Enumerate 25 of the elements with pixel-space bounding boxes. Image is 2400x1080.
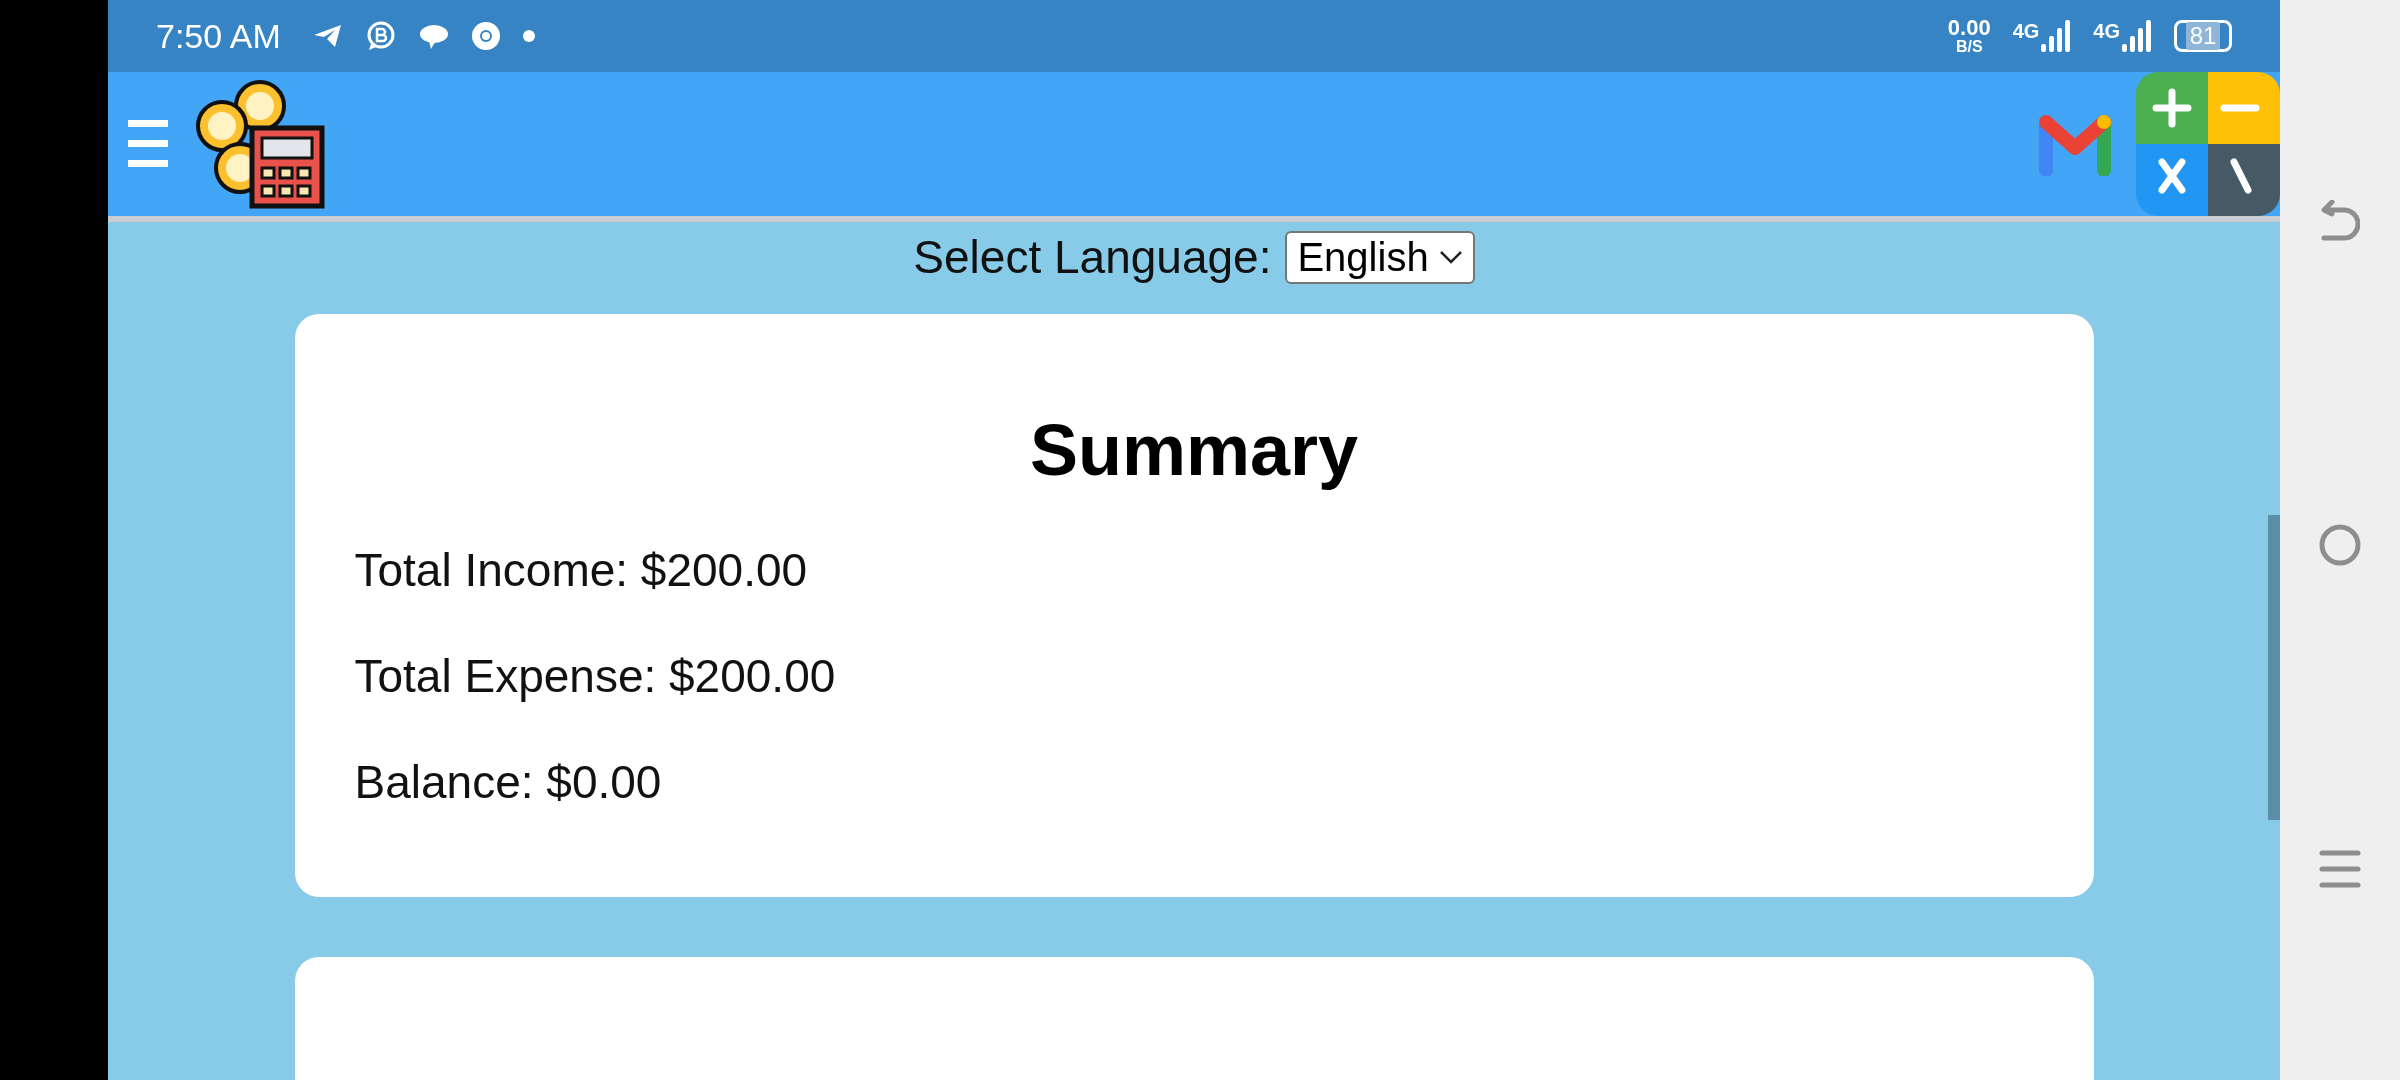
summary-title: Summary (1028, 409, 1360, 491)
summary-line: Total Expense: $200.00 (354, 649, 837, 703)
home-icon[interactable] (2318, 523, 2362, 567)
status-time: 7:50 AM (156, 16, 281, 56)
battery-level: 81 (2185, 22, 2221, 50)
network-speed-unit: B/S (1955, 39, 1983, 55)
mail-icon[interactable] (2038, 112, 2112, 176)
language-label: Select Language: (913, 230, 1272, 284)
chevron-down-icon (1438, 250, 1463, 264)
summary-line: Balance: $0.00 (354, 755, 663, 809)
back-icon[interactable] (2320, 200, 2360, 243)
signal-icon (2122, 20, 2152, 52)
network-speed: 0.00 (1947, 17, 1991, 39)
signal-icon (2041, 20, 2072, 52)
language-select[interactable]: English (1285, 230, 1475, 284)
speech-bubbles-icon (418, 22, 449, 50)
network-type: 4G (2093, 20, 2120, 43)
network-type: 4G (2012, 20, 2040, 43)
browser-icon (470, 21, 501, 51)
paper-plane-icon (312, 23, 343, 49)
calculator-operators-icon[interactable] (2136, 72, 2280, 216)
dot-icon (522, 30, 535, 42)
scrollbar[interactable] (2268, 515, 2280, 820)
menu-icon[interactable] (128, 118, 168, 170)
summary-line: Total Income: $200.00 (354, 543, 809, 597)
